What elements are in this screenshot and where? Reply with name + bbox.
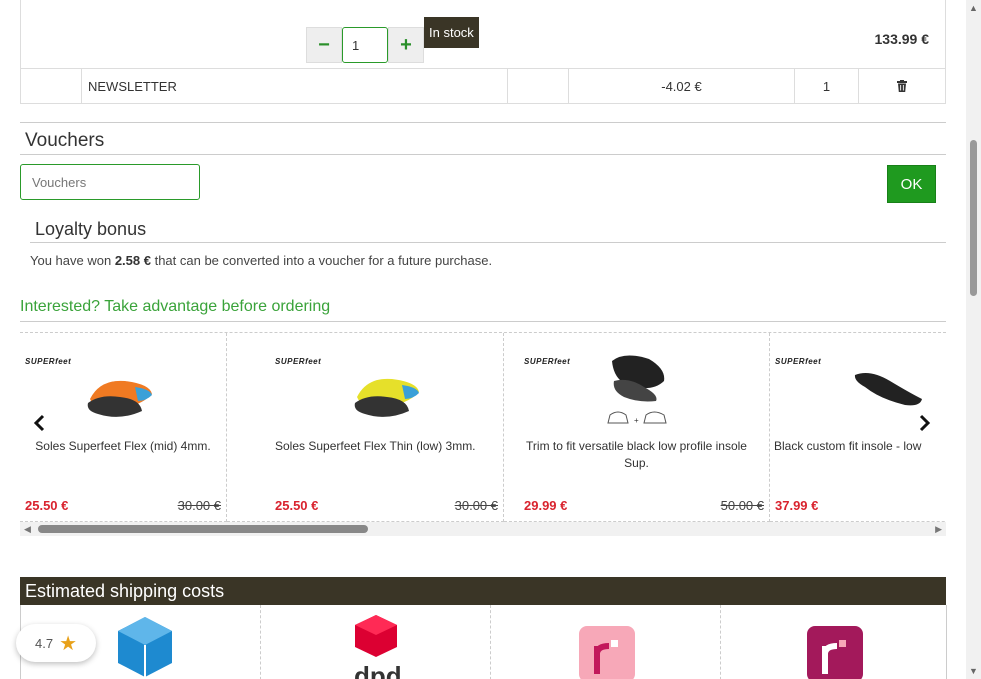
product-price: 37.99 €	[775, 498, 819, 513]
product-card[interactable]: SUPERfeet Soles Superfeet Flex (mid) 4mm…	[20, 333, 227, 522]
divider	[20, 321, 946, 322]
rating-widget[interactable]: 4.7 ★	[16, 624, 96, 662]
brand-logo: SUPERfeet	[524, 357, 571, 366]
carousel-scrollbar-thumb[interactable]	[38, 525, 368, 533]
decrease-quantity-button[interactable]: −	[306, 27, 342, 63]
voucher-input[interactable]: Vouchers	[20, 164, 200, 200]
shipping-carriers: dpd	[20, 605, 947, 679]
product-old-price: 30.00 €	[454, 498, 498, 513]
vouchers-title: Vouchers	[25, 130, 105, 151]
product-name[interactable]: Black custom fit insole - low	[774, 438, 946, 455]
product-name[interactable]: Trim to fit versatile black low profile …	[524, 438, 749, 472]
box-logo-icon	[118, 617, 172, 677]
product-image	[354, 378, 419, 417]
stock-badge: In stock	[424, 17, 479, 48]
discount-row-spacer	[508, 69, 569, 103]
discount-name: NEWSLETTER	[82, 69, 508, 103]
delete-discount-button[interactable]	[859, 69, 945, 103]
product-price: 25.50 €	[25, 498, 69, 513]
upsell-heading: Interested? Take advantage before orderi…	[20, 298, 331, 315]
carousel-next-button[interactable]	[919, 412, 931, 438]
trash-icon	[897, 80, 907, 92]
relay-logo-magenta-icon	[807, 626, 863, 679]
shipping-header: Estimated shipping costs	[20, 577, 946, 605]
loyalty-title: Loyalty bonus	[35, 219, 147, 239]
divider	[20, 154, 946, 155]
product-card[interactable]: SUPERfeet Soles Superfeet Flex Thin (low…	[227, 333, 504, 522]
line-price: 133.99 €	[874, 31, 930, 47]
carrier-option[interactable]	[721, 605, 947, 679]
product-old-price: 30.00 €	[177, 498, 221, 513]
cart-item-row: − 1 + In stock 133.99 €	[20, 0, 946, 69]
carrier-option[interactable]: dpd	[261, 605, 491, 679]
brand-logo: SUPERfeet	[25, 357, 72, 366]
loyalty-text-after: that can be converted into a voucher for…	[150, 253, 493, 268]
increase-quantity-button[interactable]: +	[388, 27, 424, 63]
page-scrollbar-thumb[interactable]	[970, 140, 977, 296]
discount-row: NEWSLETTER -4.02 € 1	[20, 68, 946, 104]
product-card[interactable]: SUPERfeet + Trim to fit versatile black …	[504, 333, 770, 522]
product-image: +	[607, 355, 667, 425]
scroll-right-icon[interactable]: ▶	[935, 524, 942, 535]
carousel-scrollbar[interactable]: ◀ ▶	[20, 522, 946, 536]
product-image	[854, 373, 922, 406]
brand-logo: SUPERfeet	[275, 357, 322, 366]
quantity-stepper: − 1 +	[306, 27, 424, 63]
brand-logo: SUPERfeet	[775, 357, 822, 366]
apply-voucher-button[interactable]: OK	[887, 165, 936, 203]
discount-qty: 1	[795, 69, 859, 103]
star-icon: ★	[59, 632, 77, 655]
page-scrollbar[interactable]: ▲ ▼	[966, 0, 981, 679]
chevron-right-icon	[919, 414, 931, 432]
scroll-left-icon[interactable]: ◀	[24, 524, 31, 535]
product-price: 29.99 €	[524, 498, 568, 513]
carousel-prev-button[interactable]	[33, 412, 45, 438]
dpd-text: dpd	[354, 661, 401, 679]
loyalty-text-before: You have won	[30, 253, 115, 268]
carrier-option[interactable]	[491, 605, 721, 679]
chevron-left-icon	[33, 414, 45, 432]
divider	[30, 242, 946, 243]
discount-amount: -4.02 €	[569, 69, 795, 103]
scroll-up-icon[interactable]: ▲	[969, 3, 978, 13]
product-name[interactable]: Soles Superfeet Flex Thin (low) 3mm.	[275, 438, 499, 455]
quantity-input[interactable]: 1	[342, 27, 388, 63]
scroll-down-icon[interactable]: ▼	[969, 666, 978, 676]
rating-value: 4.7	[34, 635, 54, 651]
product-carousel: SUPERfeet Soles Superfeet Flex (mid) 4mm…	[20, 332, 946, 522]
divider	[20, 122, 946, 123]
product-price: 25.50 €	[275, 498, 319, 513]
product-image	[87, 380, 152, 417]
loyalty-amount: 2.58 €	[114, 253, 151, 268]
dpd-logo-icon: dpd	[354, 615, 401, 679]
product-old-price: 50.00 €	[720, 498, 764, 513]
svg-text:+: +	[634, 416, 639, 425]
relay-logo-pink-icon	[579, 626, 635, 679]
loyalty-text: You have won 2.58 € that can be converte…	[30, 253, 492, 268]
product-name[interactable]: Soles Superfeet Flex (mid) 4mm.	[24, 438, 222, 455]
discount-row-spacer	[21, 69, 82, 103]
